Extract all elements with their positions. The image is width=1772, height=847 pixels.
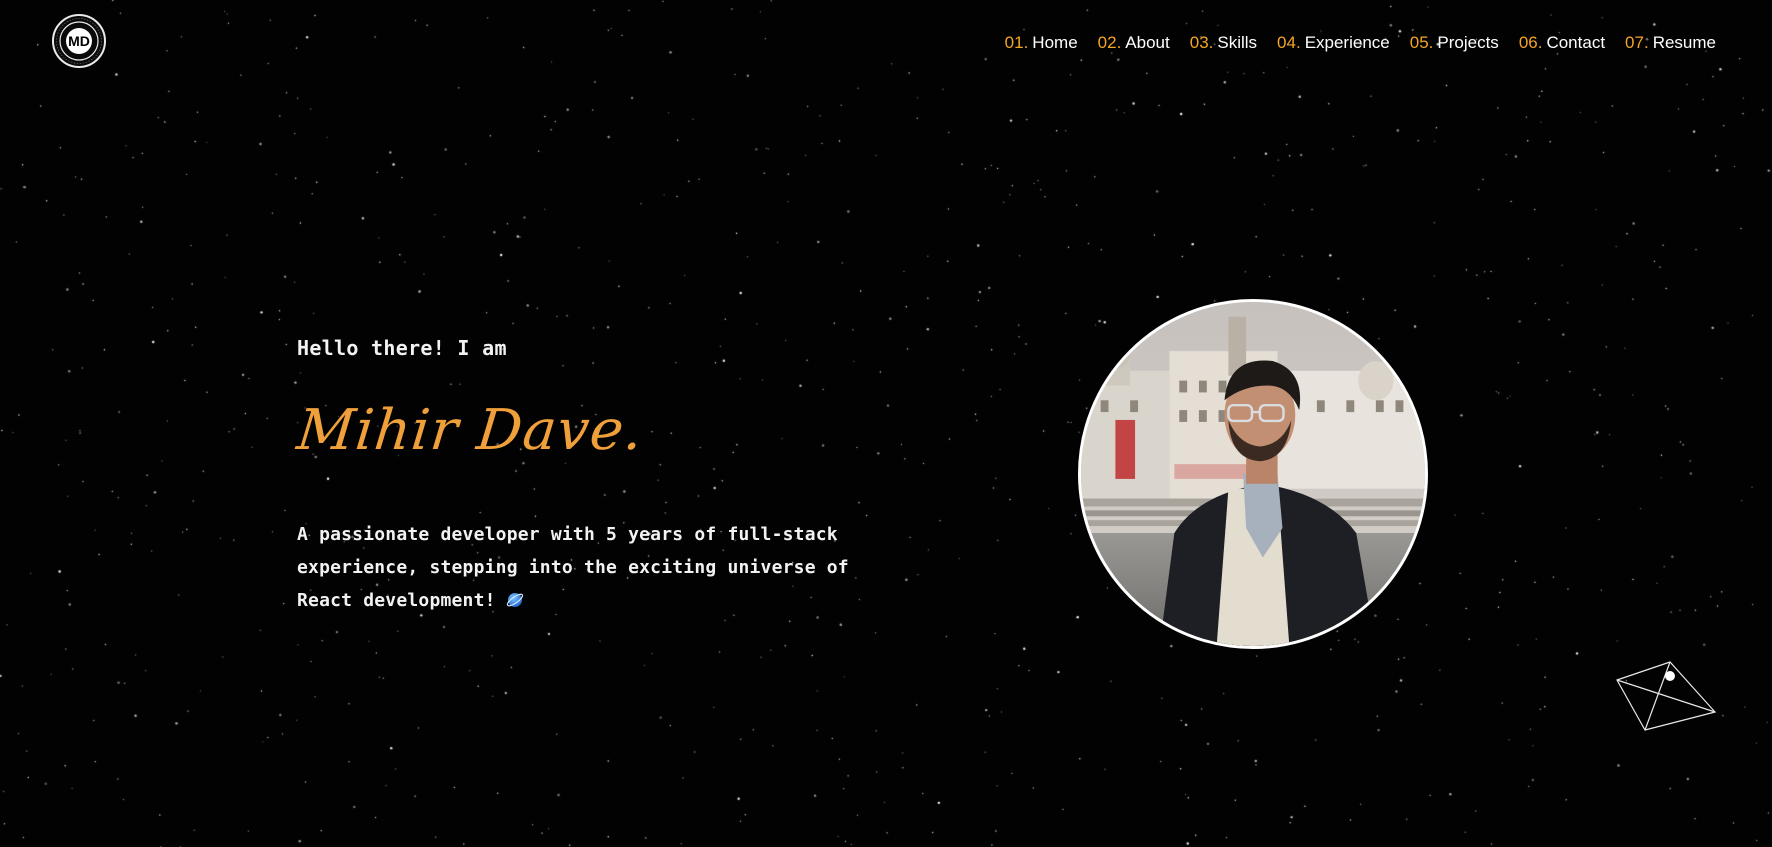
profile-photo (1078, 299, 1428, 649)
nav-item-skills[interactable]: 03. Skills (1190, 33, 1257, 53)
nav-number: 04. (1277, 33, 1301, 52)
nav-label: Home (1032, 33, 1078, 52)
hero-name: Mihir Dave. (294, 398, 647, 463)
logo-initials: MD (68, 33, 90, 49)
nav-label: Projects (1437, 33, 1499, 52)
nav-item-experience[interactable]: 04. Experience (1277, 33, 1390, 53)
starfield-background (0, 0, 1772, 847)
nav-label: Contact (1546, 33, 1606, 52)
nav-label: Skills (1217, 33, 1258, 52)
nav-number: 01. (1004, 33, 1029, 52)
blue-planet-emoji-icon (506, 587, 524, 607)
portfolio-page: MD 01. Home 02. About 03. Skills 04. Experie… (0, 0, 1772, 847)
main-nav: 01. Home 02. About 03. Skills 04. Experience… (1005, 33, 1716, 53)
md-monogram-seal-logo: MD (52, 14, 106, 68)
nav-item-resume[interactable]: 07. Resume (1625, 33, 1716, 53)
nav-number: 06. (1518, 33, 1543, 52)
nav-number: 03. (1189, 33, 1214, 52)
hero-greeting: Hello there! I am (297, 336, 507, 360)
nav-item-contact[interactable]: 06. Contact (1519, 33, 1605, 53)
nav-number: 07. (1625, 33, 1649, 52)
nav-label: Experience (1304, 33, 1390, 52)
hero-tagline-text: A passionate developer with 5 years of f… (297, 524, 849, 611)
wireframe-pyramid-icon[interactable] (1615, 660, 1717, 734)
nav-item-about[interactable]: 02. About (1098, 33, 1170, 53)
hero-tagline: A passionate developer with 5 years of f… (297, 518, 877, 617)
nav-number: 05. (1409, 33, 1434, 52)
md-logo[interactable]: MD (51, 13, 107, 69)
nav-number: 02. (1097, 33, 1122, 52)
nav-label: About (1125, 33, 1170, 52)
nav-label: Resume (1652, 33, 1716, 52)
nav-item-projects[interactable]: 05. Projects (1410, 33, 1499, 53)
nav-item-home[interactable]: 01. Home (1005, 33, 1078, 53)
